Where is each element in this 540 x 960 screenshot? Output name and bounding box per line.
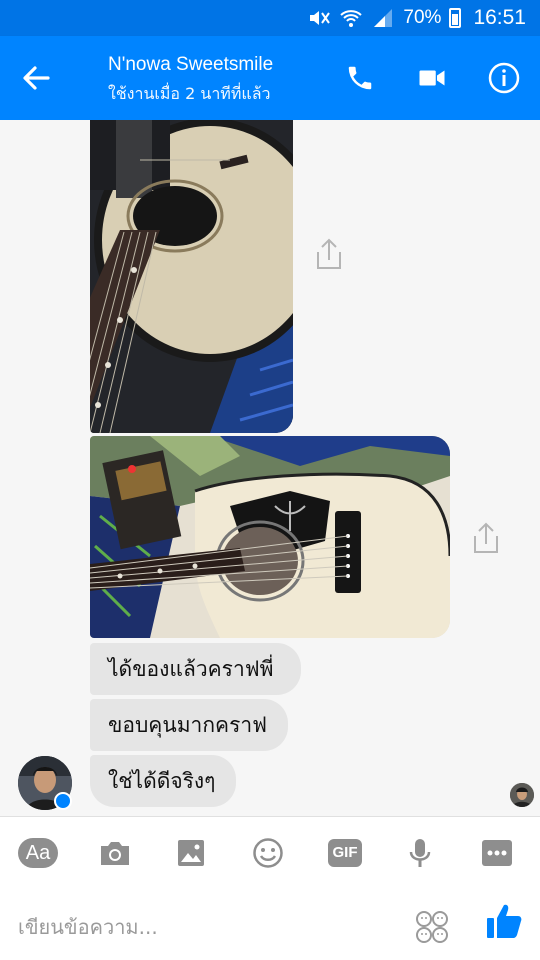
wifi-icon xyxy=(340,10,363,27)
guitar-photo xyxy=(90,120,293,433)
photo-message[interactable] xyxy=(90,436,450,638)
message-composer: Aa GIF xyxy=(0,816,540,960)
back-button[interactable] xyxy=(18,60,54,96)
microphone-icon xyxy=(409,839,431,867)
share-icon xyxy=(474,522,498,553)
mute-icon xyxy=(310,11,331,25)
message-bubble[interactable]: ขอบคุนมากคราฟ xyxy=(90,699,288,751)
message-bubble[interactable]: ได้ของแล้วคราฟพี่ xyxy=(90,643,301,695)
gif-button[interactable]: GIF xyxy=(325,835,365,871)
clock: 16:51 xyxy=(473,6,526,29)
aa-label: Aa xyxy=(18,838,58,868)
messenger-badge-icon xyxy=(54,792,72,810)
more-button[interactable] xyxy=(477,835,517,871)
message-bubble[interactable]: ใช่ได้ดีจริงๆ xyxy=(90,755,236,807)
status-icons: 70% 16:51 xyxy=(307,0,526,36)
message-list[interactable]: ได้ของแล้วคราฟพี่ ขอบคุนมากคราฟ ใช่ได้ดี… xyxy=(0,120,540,816)
share-button[interactable] xyxy=(469,520,503,556)
signal-icon xyxy=(374,9,393,27)
contact-name[interactable]: N'nowa Sweetsmile xyxy=(108,54,273,76)
battery-icon xyxy=(449,8,462,28)
gallery-icon xyxy=(178,840,204,866)
video-call-button[interactable] xyxy=(412,58,452,98)
sticker-icon xyxy=(416,911,448,943)
contact-status: ใช้งานเมื่อ 2 นาทีที่แล้ว xyxy=(108,84,271,103)
share-button[interactable] xyxy=(312,236,346,272)
share-icon xyxy=(317,238,341,269)
text-format-button[interactable]: Aa xyxy=(18,835,58,871)
battery-percent: 70% xyxy=(403,7,442,28)
status-bar: 70% 16:51 xyxy=(0,0,540,36)
voice-button[interactable] xyxy=(400,835,440,871)
seen-indicator xyxy=(510,783,534,807)
conversation-header: N'nowa Sweetsmile ใช้งานเมื่อ 2 นาทีที่แ… xyxy=(0,36,540,120)
camera-button[interactable] xyxy=(95,835,135,871)
info-icon xyxy=(488,62,520,94)
back-arrow-icon xyxy=(23,66,50,90)
phone-icon xyxy=(348,66,372,90)
camera-icon xyxy=(101,842,129,865)
gallery-button[interactable] xyxy=(171,835,211,871)
more-icon xyxy=(482,840,512,866)
guitar-photo xyxy=(90,436,450,638)
info-button[interactable] xyxy=(484,58,524,98)
message-input[interactable] xyxy=(18,907,398,947)
photo-message[interactable] xyxy=(90,120,293,433)
call-button[interactable] xyxy=(340,58,380,98)
emoji-button[interactable] xyxy=(248,835,288,871)
seen-avatar-photo xyxy=(510,783,534,807)
like-button[interactable] xyxy=(486,902,522,940)
gif-label: GIF xyxy=(328,839,362,867)
thumbs-up-icon xyxy=(487,904,522,938)
sticker-button[interactable] xyxy=(412,907,452,947)
emoji-icon xyxy=(253,838,283,868)
video-camera-icon xyxy=(419,70,445,86)
